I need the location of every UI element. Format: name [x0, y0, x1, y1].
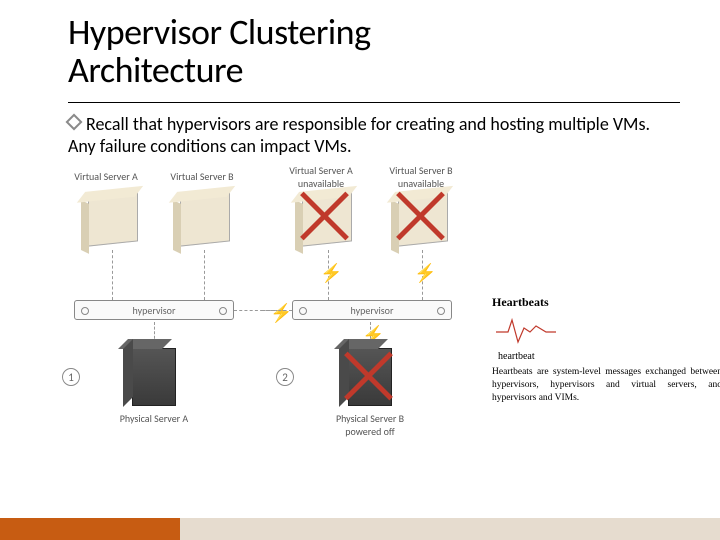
vm-b1-box — [180, 191, 230, 246]
diagram-panel-1: Virtual Server A Virtual Server B hyperv… — [62, 170, 262, 430]
physical-server-a — [132, 348, 176, 406]
slide: Hypervisor Clustering Architecture Recal… — [0, 0, 720, 540]
vm-a1-link — [112, 250, 113, 300]
bullet-diamond-icon — [66, 113, 83, 130]
hv2-hv1-link — [262, 310, 292, 311]
vm-a1-box — [88, 191, 138, 246]
heartbeat-desc: Heartbeats are system-level messages exc… — [492, 366, 720, 404]
heartbeat-title: Heartbeats — [492, 295, 720, 310]
diagram-area: Virtual Server A Virtual Server B hyperv… — [62, 170, 662, 470]
vm-b2-box — [398, 191, 448, 246]
vm-a1-label: Virtual Server A — [66, 170, 146, 183]
hypervisor-2-label: hypervisor — [351, 304, 394, 317]
panel-number-1: 1 — [62, 368, 80, 386]
hypervisor-1: hypervisor — [74, 300, 234, 320]
vm-b1-link — [204, 250, 205, 300]
physical-a-label: Physical Server A — [104, 412, 204, 425]
physical-server-b — [348, 348, 392, 406]
footer-bar — [0, 518, 720, 540]
physical-b-label: Physical Server B powered off — [320, 412, 420, 438]
hypervisor-1-label: hypervisor — [133, 304, 176, 317]
hypervisor-2: hypervisor — [292, 300, 452, 320]
title-block: Hypervisor Clustering Architecture — [0, 0, 720, 96]
page-title: Hypervisor Clustering Architecture — [68, 14, 680, 90]
heartbeat-caption: heartbeat — [498, 351, 720, 362]
vm-b1-label: Virtual Server B — [162, 170, 242, 183]
diagram-panel-2: Virtual Server A unavailable Virtual Ser… — [272, 170, 482, 430]
footer-fill — [180, 518, 720, 540]
footer-accent — [0, 518, 180, 540]
vm-a2-box — [302, 191, 352, 246]
body-text: Recall that hypervisors are responsible … — [0, 103, 720, 158]
heartbeat-callout: Heartbeats heartbeat Heartbeats are syst… — [492, 295, 720, 435]
body-bullet-1: Recall that hypervisors are responsible … — [68, 113, 650, 158]
title-line-2: Architecture — [68, 48, 243, 92]
panel-number-2: 2 — [276, 368, 294, 386]
heartbeat-wave-icon — [496, 316, 556, 344]
